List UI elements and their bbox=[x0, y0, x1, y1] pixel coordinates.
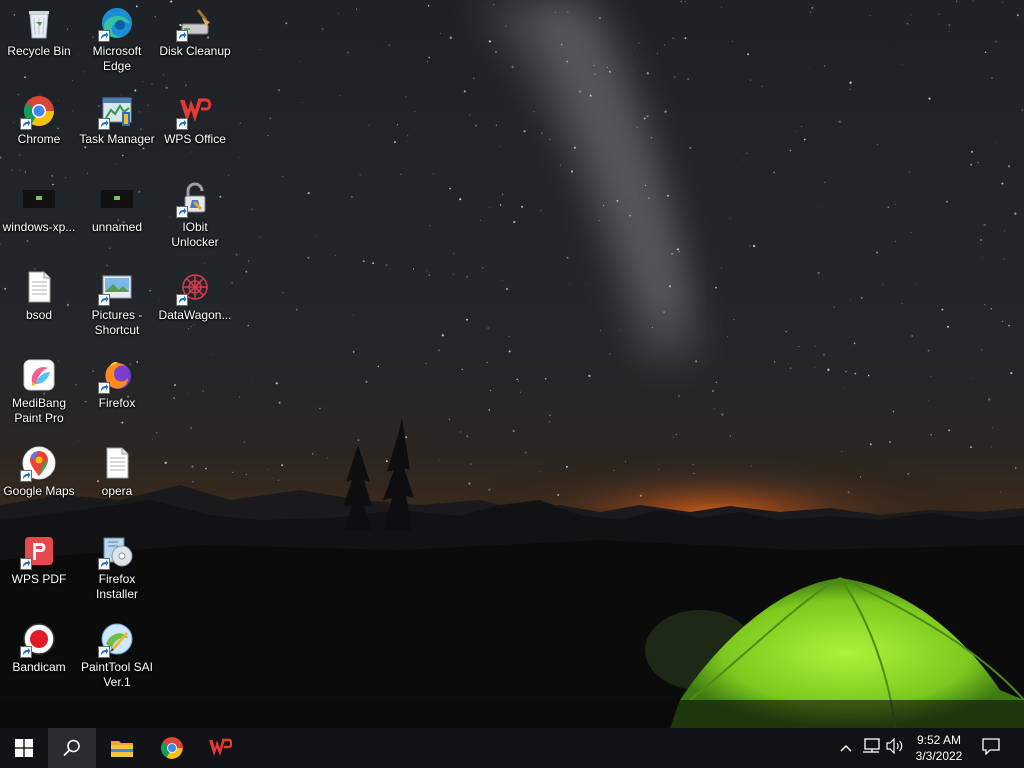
chrome-icon bbox=[160, 736, 184, 760]
shortcut-arrow-icon bbox=[20, 558, 32, 570]
windows-start-button[interactable] bbox=[0, 728, 48, 768]
shortcut-arrow-icon bbox=[98, 646, 110, 658]
network-icon bbox=[862, 737, 880, 759]
desktop-icon-label: MediBang Paint Pro bbox=[11, 396, 67, 425]
desktop-icon-windows-xp[interactable]: windows-xp... bbox=[0, 176, 78, 235]
clock-time: 9:52 AM bbox=[916, 733, 962, 747]
shortcut-arrow-icon bbox=[176, 206, 188, 218]
taskbar-chrome-button[interactable] bbox=[148, 728, 196, 768]
wps-pdf-icon bbox=[20, 534, 56, 570]
desktop-icon-label: WPS PDF bbox=[11, 572, 67, 586]
desktop-icon-label: Pictures - Shortcut bbox=[91, 308, 143, 337]
notification-icon bbox=[982, 737, 1000, 760]
desktop-icon-label: Firefox Installer bbox=[95, 572, 139, 601]
text-file-icon bbox=[100, 446, 134, 480]
desktop-icon-label: PaintTool SAI Ver.1 bbox=[80, 660, 154, 689]
windows-start-icon bbox=[15, 739, 33, 757]
shortcut-arrow-icon bbox=[176, 30, 188, 42]
volume-icon bbox=[886, 737, 904, 759]
network-button[interactable] bbox=[860, 728, 882, 768]
volume-button[interactable] bbox=[884, 728, 906, 768]
shortcut-arrow-icon bbox=[20, 470, 32, 482]
show-hidden-icons-button[interactable] bbox=[836, 728, 856, 768]
datawagon-icon bbox=[176, 270, 212, 306]
desktop-icon-pictures-shortcut[interactable]: Pictures - Shortcut bbox=[78, 264, 156, 338]
desktop-icon-medibang-paint-pro[interactable]: MediBang Paint Pro bbox=[0, 352, 78, 426]
google-maps-icon bbox=[20, 446, 56, 482]
edge-icon bbox=[98, 6, 134, 42]
shortcut-arrow-icon bbox=[20, 118, 32, 130]
shortcut-arrow-icon bbox=[20, 646, 32, 658]
desktop-icon-chrome[interactable]: Chrome bbox=[0, 88, 78, 147]
chrome-icon bbox=[20, 94, 56, 130]
desktop-icon-label: bsod bbox=[25, 308, 53, 322]
shortcut-arrow-icon bbox=[98, 294, 110, 306]
desktop-icon-wps-office[interactable]: WPS Office bbox=[156, 88, 234, 147]
recycle-bin-icon bbox=[22, 6, 56, 40]
desktop-icon-label: Recycle Bin bbox=[7, 44, 71, 58]
desktop-icon-disk-cleanup[interactable]: Disk Cleanup bbox=[156, 0, 234, 59]
desktop-icon-label: opera bbox=[101, 484, 133, 498]
desktop-icon-firefox[interactable]: Firefox bbox=[78, 352, 156, 411]
disk-cleanup-icon bbox=[176, 6, 212, 42]
shortcut-arrow-icon bbox=[176, 294, 188, 306]
desktop-icon-label: IObit Unlocker bbox=[171, 220, 219, 249]
wps-office-icon bbox=[176, 94, 212, 130]
shortcut-arrow-icon bbox=[98, 30, 110, 42]
image-file-icon bbox=[22, 182, 56, 216]
desktop-icon-label: WPS Office bbox=[164, 132, 226, 146]
chevron-up-icon bbox=[840, 739, 852, 757]
search-icon bbox=[63, 739, 81, 757]
desktop-icon-label: Google Maps bbox=[3, 484, 75, 498]
clock-date: 3/3/2022 bbox=[915, 749, 963, 763]
search-button[interactable] bbox=[48, 728, 96, 768]
taskbar-clock[interactable]: 9:52 AM 3/3/2022 bbox=[904, 728, 974, 768]
medibang-icon bbox=[22, 358, 56, 392]
action-center-button[interactable] bbox=[978, 728, 1004, 768]
desktop-icon-task-manager[interactable]: Task Manager bbox=[78, 88, 156, 147]
desktop-icon-label: Bandicam bbox=[12, 660, 66, 674]
installer-icon bbox=[98, 534, 134, 570]
desktop-icon-datawagon[interactable]: DataWagon... bbox=[156, 264, 234, 323]
desktop-icon-label: Disk Cleanup bbox=[159, 44, 231, 58]
task-manager-icon bbox=[98, 94, 134, 130]
desktop-icon-label: Firefox bbox=[98, 396, 136, 410]
file-explorer-icon bbox=[110, 738, 134, 758]
shortcut-arrow-icon bbox=[98, 118, 110, 130]
desktop-icon-painttool-sai-ver-1[interactable]: PaintTool SAI Ver.1 bbox=[78, 616, 156, 690]
bandicam-icon bbox=[20, 622, 56, 658]
pictures-folder-icon bbox=[98, 270, 134, 306]
wps-office-icon bbox=[208, 738, 232, 758]
image-file-icon bbox=[100, 182, 134, 216]
desktop-icon-iobit-unlocker[interactable]: IObit Unlocker bbox=[156, 176, 234, 250]
taskbar-wps-office-button[interactable] bbox=[196, 728, 244, 768]
desktop-icon-wps-pdf[interactable]: WPS PDF bbox=[0, 528, 78, 587]
desktop-icon-bandicam[interactable]: Bandicam bbox=[0, 616, 78, 675]
desktop-icon-microsoft-edge[interactable]: Microsoft Edge bbox=[78, 0, 156, 74]
shortcut-arrow-icon bbox=[98, 558, 110, 570]
desktop-icon-label: DataWagon... bbox=[158, 308, 232, 322]
shortcut-arrow-icon bbox=[98, 382, 110, 394]
desktop-icon-opera[interactable]: opera bbox=[78, 440, 156, 499]
desktop-icon-bsod[interactable]: bsod bbox=[0, 264, 78, 323]
painttool-sai-icon bbox=[98, 622, 134, 658]
desktop-icon-firefox-installer[interactable]: Firefox Installer bbox=[78, 528, 156, 602]
desktop-icon-label: Microsoft Edge bbox=[92, 44, 142, 73]
desktop-icon-recycle-bin[interactable]: Recycle Bin bbox=[0, 0, 78, 59]
text-file-icon bbox=[22, 270, 56, 304]
taskbar: 9:52 AM 3/3/2022 bbox=[0, 728, 1024, 768]
desktop-icon-label: Task Manager bbox=[79, 132, 155, 146]
shortcut-arrow-icon bbox=[176, 118, 188, 130]
desktop-icon-label: Chrome bbox=[17, 132, 61, 146]
desktop-icon-unnamed[interactable]: unnamed bbox=[78, 176, 156, 235]
desktop-icon-google-maps[interactable]: Google Maps bbox=[0, 440, 78, 499]
desktop-icon-label: windows-xp... bbox=[2, 220, 76, 234]
iobit-unlocker-icon bbox=[176, 182, 212, 218]
taskbar-file-explorer-button[interactable] bbox=[98, 728, 146, 768]
firefox-icon bbox=[98, 358, 134, 394]
desktop-icon-label: unnamed bbox=[91, 220, 143, 234]
